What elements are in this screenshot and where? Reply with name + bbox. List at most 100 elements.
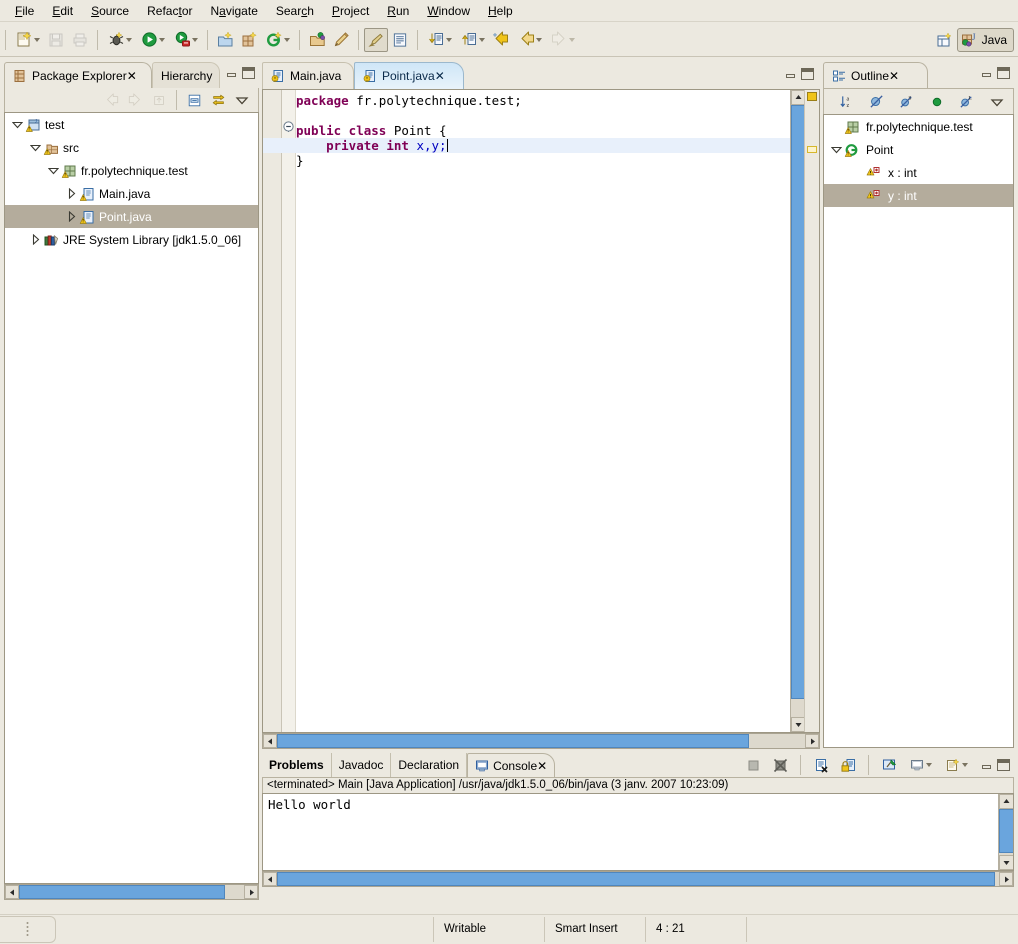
outline-tree[interactable]: fr.polytechnique.test Point x : int y : int (823, 114, 1014, 748)
console-vscrollbar[interactable] (998, 794, 1013, 870)
editor-tab-main[interactable]: Main.java (262, 62, 354, 89)
last-edit-location-button[interactable] (489, 28, 513, 52)
hscroll-thumb[interactable] (19, 885, 225, 899)
tab-javadoc[interactable]: Javadoc (332, 753, 392, 777)
back-button[interactable] (513, 28, 546, 52)
chevron-right-icon[interactable] (66, 188, 77, 199)
hscroll-track[interactable] (277, 872, 999, 886)
chevron-right-icon[interactable] (30, 234, 41, 245)
menu-item-help[interactable]: Help (479, 2, 522, 20)
tree-twisty[interactable] (828, 119, 844, 135)
perspective-java-button[interactable]: J Java (956, 28, 1014, 52)
run-button[interactable] (136, 28, 169, 52)
console-hscrollbar[interactable] (262, 871, 1014, 887)
back-button[interactable] (99, 88, 123, 112)
scroll-right-button[interactable] (244, 885, 258, 899)
chevron-down-icon[interactable] (29, 142, 41, 153)
scroll-left-button[interactable] (263, 872, 277, 886)
tree-twisty[interactable] (27, 232, 43, 248)
editor-overview-ruler[interactable] (804, 90, 819, 732)
external-tools-dropdown-caret[interactable] (191, 37, 198, 42)
editor-code[interactable]: package fr.polytechnique.test; public cla… (263, 93, 790, 168)
close-icon[interactable]: ✕ (889, 69, 899, 83)
new-wizard-button[interactable] (11, 28, 44, 52)
code-line-5[interactable]: } (296, 153, 790, 168)
tree-twisty[interactable] (63, 186, 79, 202)
tree-twisty[interactable] (828, 142, 844, 158)
collapse-all-button[interactable] (182, 88, 206, 112)
outline-item-point[interactable]: Point (824, 138, 1013, 161)
clear-console-button[interactable] (809, 753, 833, 777)
editor-folding-ruler[interactable] (282, 90, 296, 732)
vscroll-thumb[interactable] (999, 809, 1013, 853)
chevron-down-icon[interactable] (830, 144, 842, 155)
overview-warning-top[interactable] (807, 92, 817, 101)
hide-local-types-button[interactable]: L (955, 90, 979, 114)
code-line-2[interactable] (296, 108, 790, 123)
terminate-button[interactable] (741, 753, 765, 777)
debug-dropdown-caret[interactable] (125, 37, 132, 42)
tab-hierarchy[interactable]: Hierarchy (152, 62, 220, 88)
go-up-button[interactable] (147, 88, 171, 112)
toggle-mark-occurrences-button[interactable] (364, 27, 388, 52)
outline-item-y-int[interactable]: y : int (824, 184, 1013, 207)
minimize-button[interactable] (226, 68, 237, 79)
pin-console-button[interactable] (877, 753, 901, 777)
hide-non-public-button[interactable] (925, 90, 949, 114)
console-output-area[interactable]: Hello world (262, 793, 1014, 871)
hide-fields-button[interactable] (865, 90, 889, 114)
open-console-button[interactable] (940, 753, 973, 777)
tree-twisty[interactable] (45, 163, 61, 179)
hscroll-thumb[interactable] (277, 734, 749, 748)
scroll-lock-button[interactable] (836, 753, 860, 777)
maximize-button[interactable] (997, 67, 1010, 79)
maximize-button[interactable] (997, 759, 1010, 771)
tab-outline[interactable]: Outline ✕ (823, 62, 928, 88)
tree-twisty[interactable] (9, 117, 25, 133)
save-button[interactable] (44, 28, 68, 52)
menu-item-navigate[interactable]: Navigate (201, 2, 266, 20)
open-console-dropdown-caret[interactable] (961, 763, 968, 767)
forward-dropdown-caret[interactable] (568, 37, 575, 42)
run-dropdown-caret[interactable] (158, 37, 165, 42)
package-explorer-tree[interactable]: Jtest src fr.polytechnique.test Main.java Po… (4, 112, 259, 884)
scroll-down-button[interactable] (999, 855, 1013, 870)
package-explorer-hscrollbar[interactable] (4, 884, 259, 900)
open-type-button[interactable] (305, 28, 329, 52)
editor-vscrollbar[interactable] (790, 90, 806, 732)
view-menu-button[interactable] (230, 88, 254, 112)
close-icon[interactable]: ✕ (435, 69, 445, 83)
display-console-dropdown-caret[interactable] (925, 763, 932, 767)
tree-twisty[interactable] (850, 165, 866, 181)
scroll-right-button[interactable] (999, 872, 1013, 886)
open-perspective-button[interactable] (933, 28, 957, 52)
close-icon[interactable]: ✕ (127, 69, 137, 83)
forward-button[interactable] (546, 28, 579, 52)
forward-button[interactable] (123, 88, 147, 112)
remove-all-terminated-button[interactable] (768, 753, 792, 777)
back-dropdown-caret[interactable] (535, 37, 542, 42)
chevron-down-icon[interactable] (11, 119, 23, 130)
hscroll-track[interactable] (277, 734, 805, 748)
tab-problems[interactable]: Problems (262, 753, 332, 777)
menu-item-source[interactable]: Source (82, 2, 138, 20)
code-line-1[interactable]: package fr.polytechnique.test; (296, 93, 790, 108)
overview-warning-marker[interactable] (807, 146, 817, 153)
external-tools-button[interactable] (169, 28, 202, 52)
new-java-project-button[interactable] (213, 28, 237, 52)
menu-item-search[interactable]: Search (267, 2, 323, 20)
scroll-right-button[interactable] (805, 734, 819, 748)
tree-item-fr-polytechnique-test[interactable]: fr.polytechnique.test (5, 159, 258, 182)
display-selected-console-button[interactable] (904, 753, 937, 777)
scroll-up-button[interactable] (999, 794, 1013, 809)
show-whitespace-button[interactable] (388, 28, 412, 52)
next-annotation-button[interactable] (423, 28, 456, 52)
hscroll-thumb[interactable] (277, 872, 995, 886)
tree-item-test[interactable]: Jtest (5, 113, 258, 136)
debug-button[interactable] (103, 28, 136, 52)
chevron-down-icon[interactable] (47, 165, 59, 176)
maximize-button[interactable] (801, 68, 814, 80)
next-annotation-dropdown-caret[interactable] (445, 37, 452, 42)
previous-annotation-button[interactable] (456, 28, 489, 52)
editor-body[interactable]: package fr.polytechnique.test; public cla… (262, 89, 820, 733)
